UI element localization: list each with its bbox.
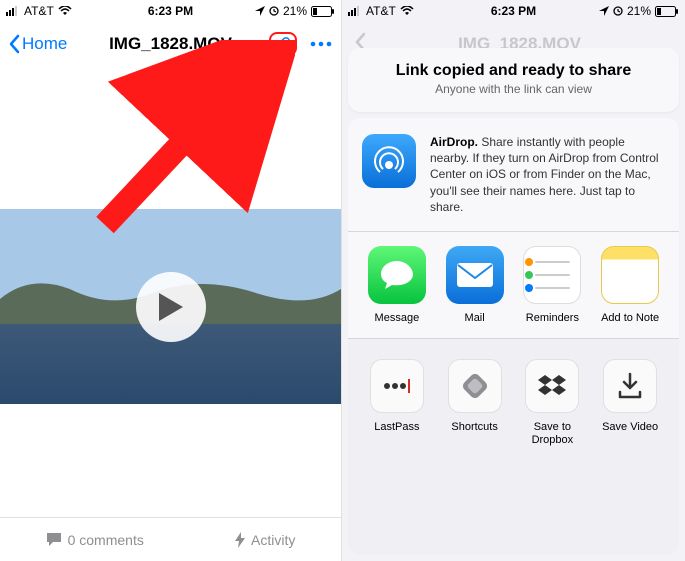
share-sheet: AirDrop. Share instantly with people nea… bbox=[348, 118, 679, 555]
share-app-reminders[interactable]: Reminders bbox=[514, 246, 592, 324]
dropbox-icon bbox=[525, 359, 579, 413]
share-app-message[interactable]: Message bbox=[358, 246, 436, 324]
shortcuts-icon bbox=[448, 359, 502, 413]
airdrop-icon bbox=[362, 134, 416, 188]
action-label: Save to Dropbox bbox=[514, 421, 592, 447]
status-bar: AT&T 6:23 PM 21% bbox=[0, 0, 341, 22]
action-save-video[interactable]: Save Video bbox=[591, 359, 669, 541]
message-icon bbox=[368, 246, 426, 304]
download-icon bbox=[603, 359, 657, 413]
comments-label: 0 comments bbox=[68, 532, 144, 548]
location-icon bbox=[599, 6, 609, 16]
signal-icon bbox=[6, 6, 20, 16]
wifi-icon bbox=[58, 6, 72, 16]
airdrop-text: AirDrop. Share instantly with people nea… bbox=[430, 134, 665, 215]
video-thumbnail[interactable] bbox=[0, 209, 341, 404]
toast-title: Link copied and ready to share bbox=[358, 62, 669, 80]
bottom-toolbar: 0 comments Activity bbox=[0, 517, 341, 561]
back-label: Home bbox=[22, 34, 67, 54]
airdrop-row[interactable]: AirDrop. Share instantly with people nea… bbox=[348, 118, 679, 231]
more-button[interactable] bbox=[309, 41, 333, 47]
status-bar: AT&T 6:23 PM 21% bbox=[342, 0, 685, 22]
copy-link-button[interactable] bbox=[269, 32, 297, 56]
phone-right-share-sheet: AT&T 6:23 PM 21% IMG_1828.MOV Link copie… bbox=[342, 0, 685, 561]
location-icon bbox=[255, 6, 265, 16]
link-copied-toast: Link copied and ready to share Anyone wi… bbox=[348, 48, 679, 112]
battery-icon bbox=[311, 6, 335, 17]
app-label: Add to Note bbox=[601, 312, 659, 324]
app-label: Mail bbox=[465, 312, 485, 324]
share-apps-row: Message Mail Reminders Add to Note bbox=[348, 232, 679, 338]
play-button[interactable] bbox=[136, 272, 206, 342]
share-app-notes[interactable]: Add to Note bbox=[591, 246, 669, 324]
link-icon bbox=[274, 35, 292, 53]
activity-button[interactable]: Activity bbox=[235, 532, 295, 548]
share-actions-row: LastPass Shortcuts Save to Dropbox Save … bbox=[348, 339, 679, 555]
phone-left-file-view: AT&T 6:23 PM 21% Home IMG_1828.MOV bbox=[0, 0, 342, 561]
action-shortcuts[interactable]: Shortcuts bbox=[436, 359, 514, 541]
reminders-icon bbox=[523, 246, 581, 304]
carrier-label: AT&T bbox=[24, 4, 54, 18]
action-label: Shortcuts bbox=[451, 421, 497, 434]
back-button[interactable]: Home bbox=[8, 34, 67, 54]
battery-pct: 21% bbox=[283, 4, 307, 18]
alarm-icon bbox=[269, 6, 279, 16]
action-label: LastPass bbox=[374, 421, 419, 434]
wifi-icon bbox=[400, 6, 414, 16]
comments-button[interactable]: 0 comments bbox=[46, 532, 144, 548]
share-app-mail[interactable]: Mail bbox=[436, 246, 514, 324]
alarm-icon bbox=[613, 6, 623, 16]
app-label: Message bbox=[375, 312, 420, 324]
activity-label: Activity bbox=[251, 532, 295, 548]
bolt-icon bbox=[235, 532, 245, 548]
battery-pct: 21% bbox=[627, 4, 651, 18]
toast-sub: Anyone with the link can view bbox=[358, 82, 669, 96]
action-lastpass[interactable]: LastPass bbox=[358, 359, 436, 541]
carrier-label: AT&T bbox=[366, 4, 396, 18]
battery-icon bbox=[655, 6, 679, 17]
comment-icon bbox=[46, 532, 62, 547]
signal-icon bbox=[348, 6, 362, 16]
lastpass-icon bbox=[370, 359, 424, 413]
action-dropbox[interactable]: Save to Dropbox bbox=[514, 359, 592, 541]
app-label: Reminders bbox=[526, 312, 579, 324]
notes-icon bbox=[601, 246, 659, 304]
mail-icon bbox=[446, 246, 504, 304]
action-label: Save Video bbox=[602, 421, 658, 434]
nav-bar: Home IMG_1828.MOV bbox=[0, 22, 341, 66]
